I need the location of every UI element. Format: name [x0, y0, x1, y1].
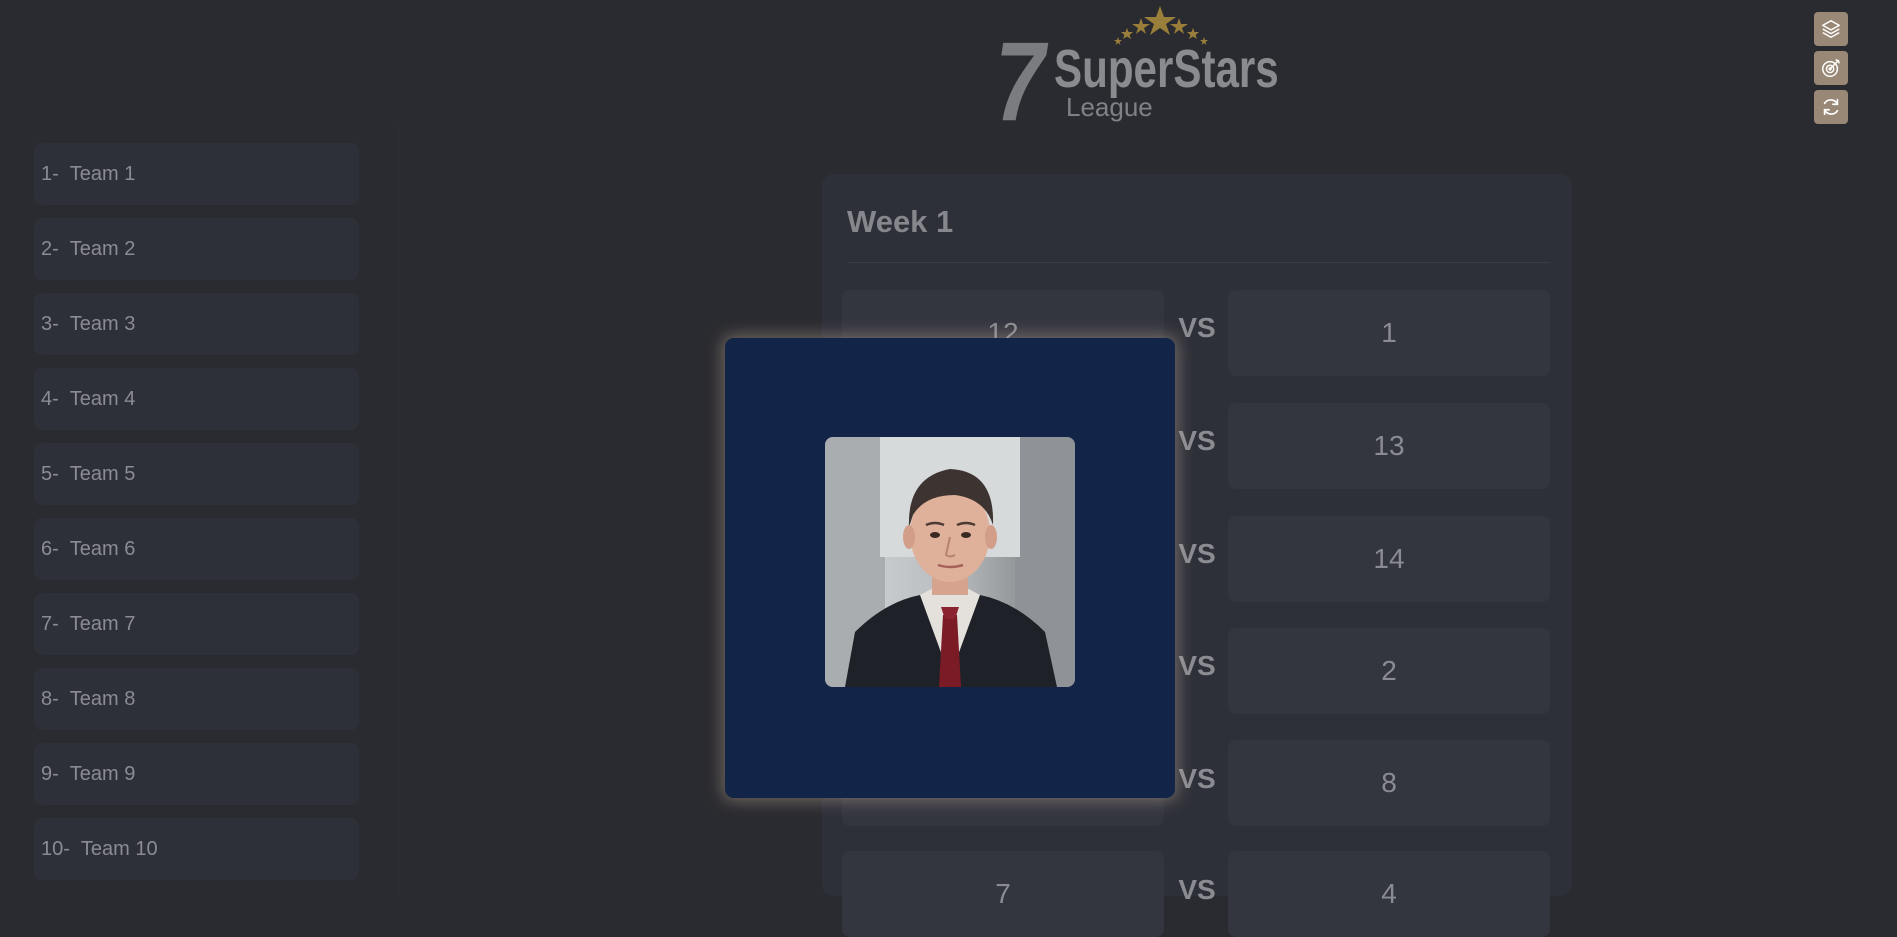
logo-title: SuperStars: [1054, 39, 1279, 99]
team-name: Team 3: [69, 312, 136, 335]
team-list-item[interactable]: 4- Team 4: [34, 368, 359, 430]
team-name: Team 6: [69, 537, 136, 560]
match-away-team[interactable]: 4: [1228, 851, 1550, 937]
week-title: Week 1: [847, 204, 954, 239]
player-modal[interactable]: [725, 338, 1175, 798]
match-away-team[interactable]: 8: [1228, 740, 1550, 826]
team-list-item[interactable]: 2- Team 2: [34, 218, 359, 280]
match-away-team[interactable]: 2: [1228, 628, 1550, 714]
vs-label: VS: [1178, 425, 1216, 456]
team-name: Team 8: [69, 687, 136, 710]
vs-label: VS: [1178, 312, 1216, 343]
vs-label: VS: [1178, 538, 1216, 569]
team-name: Team 5: [69, 462, 136, 485]
player-portrait-photo: [825, 437, 1075, 687]
refresh-button[interactable]: [1814, 90, 1848, 124]
league-logo: 7 SuperStars League: [995, 4, 1295, 138]
layers-icon: [1822, 20, 1840, 38]
team-name: Team 1: [69, 162, 136, 185]
logo-subtitle: League: [1066, 92, 1153, 122]
vs-label: VS: [1178, 763, 1216, 794]
team-list-item[interactable]: 7- Team 7: [34, 593, 359, 655]
match-away-team[interactable]: 14: [1228, 516, 1550, 602]
team-list-item[interactable]: 1- Team 1: [34, 143, 359, 205]
team-list-item[interactable]: 9- Team 9: [34, 743, 359, 805]
team-name: Team 10: [80, 837, 158, 860]
team-name: Team 2: [69, 237, 136, 260]
match-home-team[interactable]: 7: [842, 851, 1164, 937]
team-name: Team 7: [69, 612, 136, 635]
team-name: Team 4: [69, 387, 136, 410]
vs-label: VS: [1178, 874, 1216, 905]
layers-button[interactable]: [1814, 12, 1848, 46]
target-icon: [1822, 59, 1840, 77]
team-list-item[interactable]: 6- Team 6: [34, 518, 359, 580]
divider: [847, 262, 1549, 263]
team-list-item[interactable]: 10- Team 10: [34, 818, 359, 880]
vs-label: VS: [1178, 650, 1216, 681]
team-name: Team 9: [69, 762, 136, 785]
team-list-item[interactable]: 5- Team 5: [34, 443, 359, 505]
logo-number: 7: [995, 19, 1045, 144]
team-list-item[interactable]: 3- Team 3: [34, 293, 359, 355]
target-button[interactable]: [1814, 51, 1848, 85]
refresh-icon: [1823, 98, 1839, 116]
team-list-item[interactable]: 8- Team 8: [34, 668, 359, 730]
match-away-team[interactable]: 1: [1228, 290, 1550, 376]
match-away-team[interactable]: 13: [1228, 403, 1550, 489]
